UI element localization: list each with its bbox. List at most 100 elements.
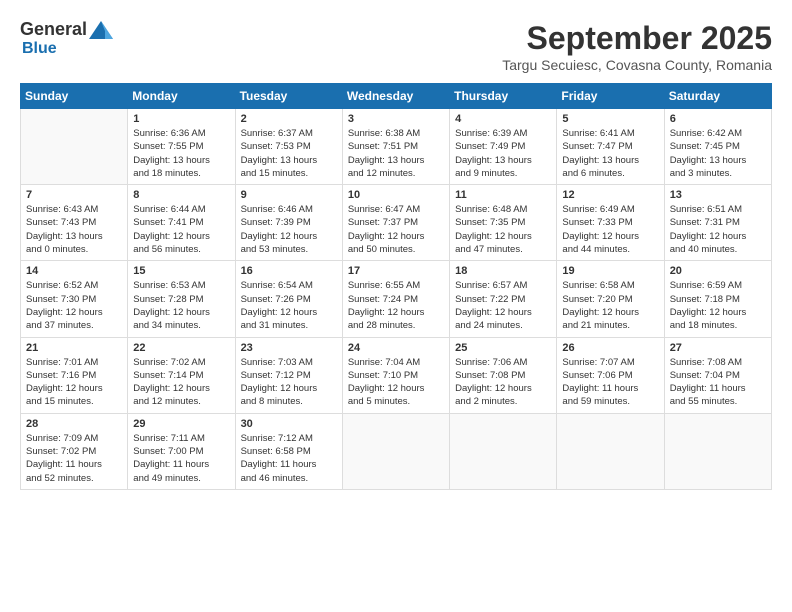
day-info: Sunrise: 6:43 AM Sunset: 7:43 PM Dayligh…	[26, 203, 122, 256]
calendar-cell: 8Sunrise: 6:44 AM Sunset: 7:41 PM Daylig…	[128, 185, 235, 261]
day-info: Sunrise: 6:57 AM Sunset: 7:22 PM Dayligh…	[455, 279, 551, 332]
calendar-cell: 11 Sunrise: 6:48 AM Sunset: 7:35 PM Dayli…	[450, 185, 557, 261]
calendar-cell: 27 Sunrise: 7:08 AM Sunset: 7:04 PM Dayli…	[664, 337, 771, 413]
day-info: Sunrise: 6:48 AM Sunset: 7:35 PM Dayligh…	[455, 203, 551, 256]
day-number: 19	[562, 265, 658, 277]
day-info: Sunrise: 7:01 AM Sunset: 7:16 PM Dayligh…	[26, 356, 122, 409]
logo-blue: Blue	[22, 40, 57, 57]
calendar-cell: 29Sunrise: 7:11 AM Sunset: 7:00 PM Dayli…	[128, 413, 235, 489]
calendar-cell: 9Sunrise: 6:46 AM Sunset: 7:39 PM Daylig…	[235, 185, 342, 261]
day-number: 5	[562, 113, 658, 125]
day-info: Sunrise: 7:11 AM Sunset: 7:00 PM Dayligh…	[133, 432, 229, 485]
logo-text: General	[20, 20, 113, 40]
day-number: 23	[241, 342, 337, 354]
calendar-cell: 19 Sunrise: 6:58 AM Sunset: 7:20 PM Dayli…	[557, 261, 664, 337]
day-info: Sunrise: 6:54 AM Sunset: 7:26 PM Dayligh…	[241, 279, 337, 332]
location: Targu Secuiesc, Covasna County, Romania	[502, 57, 772, 73]
day-info: Sunrise: 6:51 AM Sunset: 7:31 PM Dayligh…	[670, 203, 766, 256]
header-wednesday: Wednesday	[342, 84, 449, 109]
day-number: 26	[562, 342, 658, 354]
day-number: 1	[133, 113, 229, 125]
calendar-week-1: 1 Sunrise: 6:36 AM Sunset: 7:55 PM Daylig…	[21, 109, 772, 185]
calendar-cell: 16 Sunrise: 6:54 AM Sunset: 7:26 PM Dayli…	[235, 261, 342, 337]
month-title: September 2025	[502, 20, 772, 57]
day-number: 14	[26, 265, 122, 277]
calendar-week-3: 14 Sunrise: 6:52 AM Sunset: 7:30 PM Dayli…	[21, 261, 772, 337]
page-header: General Blue September 2025 Targu Secuie…	[20, 20, 772, 73]
day-info: Sunrise: 6:52 AM Sunset: 7:30 PM Dayligh…	[26, 279, 122, 332]
day-number: 13	[670, 189, 766, 201]
header-tuesday: Tuesday	[235, 84, 342, 109]
calendar-cell: 28 Sunrise: 7:09 AM Sunset: 7:02 PM Dayli…	[21, 413, 128, 489]
day-number: 15	[133, 265, 229, 277]
calendar-cell: 30 Sunrise: 7:12 AM Sunset: 6:58 PM Dayli…	[235, 413, 342, 489]
day-number: 24	[348, 342, 444, 354]
calendar-cell: 20Sunrise: 6:59 AM Sunset: 7:18 PM Dayli…	[664, 261, 771, 337]
day-info: Sunrise: 6:37 AM Sunset: 7:53 PM Dayligh…	[241, 127, 337, 180]
calendar-cell: 13 Sunrise: 6:51 AM Sunset: 7:31 PM Dayli…	[664, 185, 771, 261]
day-info: Sunrise: 7:09 AM Sunset: 7:02 PM Dayligh…	[26, 432, 122, 485]
calendar-cell: 17 Sunrise: 6:55 AM Sunset: 7:24 PM Dayli…	[342, 261, 449, 337]
calendar-header-row: SundayMondayTuesdayWednesdayThursdayFrid…	[21, 84, 772, 109]
day-info: Sunrise: 7:08 AM Sunset: 7:04 PM Dayligh…	[670, 356, 766, 409]
calendar-cell	[557, 413, 664, 489]
day-info: Sunrise: 6:55 AM Sunset: 7:24 PM Dayligh…	[348, 279, 444, 332]
day-info: Sunrise: 6:39 AM Sunset: 7:49 PM Dayligh…	[455, 127, 551, 180]
calendar-table: SundayMondayTuesdayWednesdayThursdayFrid…	[20, 83, 772, 490]
title-block: September 2025 Targu Secuiesc, Covasna C…	[502, 20, 772, 73]
day-number: 16	[241, 265, 337, 277]
header-sunday: Sunday	[21, 84, 128, 109]
calendar-week-4: 21Sunrise: 7:01 AM Sunset: 7:16 PM Dayli…	[21, 337, 772, 413]
header-friday: Friday	[557, 84, 664, 109]
day-info: Sunrise: 7:04 AM Sunset: 7:10 PM Dayligh…	[348, 356, 444, 409]
header-thursday: Thursday	[450, 84, 557, 109]
day-info: Sunrise: 7:03 AM Sunset: 7:12 PM Dayligh…	[241, 356, 337, 409]
calendar-cell: 3Sunrise: 6:38 AM Sunset: 7:51 PM Daylig…	[342, 109, 449, 185]
calendar-cell: 14 Sunrise: 6:52 AM Sunset: 7:30 PM Dayli…	[21, 261, 128, 337]
day-number: 18	[455, 265, 551, 277]
day-info: Sunrise: 6:47 AM Sunset: 7:37 PM Dayligh…	[348, 203, 444, 256]
calendar-cell: 10 Sunrise: 6:47 AM Sunset: 7:37 PM Dayli…	[342, 185, 449, 261]
calendar-cell: 12Sunrise: 6:49 AM Sunset: 7:33 PM Dayli…	[557, 185, 664, 261]
day-info: Sunrise: 6:44 AM Sunset: 7:41 PM Dayligh…	[133, 203, 229, 256]
day-info: Sunrise: 7:07 AM Sunset: 7:06 PM Dayligh…	[562, 356, 658, 409]
calendar-cell	[450, 413, 557, 489]
day-number: 28	[26, 418, 122, 430]
day-info: Sunrise: 6:36 AM Sunset: 7:55 PM Dayligh…	[133, 127, 229, 180]
calendar-cell: 18 Sunrise: 6:57 AM Sunset: 7:22 PM Dayli…	[450, 261, 557, 337]
calendar-week-5: 28 Sunrise: 7:09 AM Sunset: 7:02 PM Dayli…	[21, 413, 772, 489]
day-info: Sunrise: 7:12 AM Sunset: 6:58 PM Dayligh…	[241, 432, 337, 485]
calendar-cell	[21, 109, 128, 185]
day-number: 10	[348, 189, 444, 201]
day-info: Sunrise: 6:42 AM Sunset: 7:45 PM Dayligh…	[670, 127, 766, 180]
header-saturday: Saturday	[664, 84, 771, 109]
day-number: 4	[455, 113, 551, 125]
day-number: 17	[348, 265, 444, 277]
day-number: 30	[241, 418, 337, 430]
calendar-cell: 26 Sunrise: 7:07 AM Sunset: 7:06 PM Dayli…	[557, 337, 664, 413]
day-info: Sunrise: 6:41 AM Sunset: 7:47 PM Dayligh…	[562, 127, 658, 180]
day-info: Sunrise: 6:59 AM Sunset: 7:18 PM Dayligh…	[670, 279, 766, 332]
day-info: Sunrise: 6:46 AM Sunset: 7:39 PM Dayligh…	[241, 203, 337, 256]
day-number: 6	[670, 113, 766, 125]
logo-general: General	[20, 19, 87, 39]
day-number: 12	[562, 189, 658, 201]
calendar-cell: 15 Sunrise: 6:53 AM Sunset: 7:28 PM Dayli…	[128, 261, 235, 337]
calendar-cell: 23 Sunrise: 7:03 AM Sunset: 7:12 PM Dayli…	[235, 337, 342, 413]
day-number: 27	[670, 342, 766, 354]
calendar-cell	[664, 413, 771, 489]
day-number: 2	[241, 113, 337, 125]
calendar-cell: 22Sunrise: 7:02 AM Sunset: 7:14 PM Dayli…	[128, 337, 235, 413]
day-number: 11	[455, 189, 551, 201]
day-info: Sunrise: 6:58 AM Sunset: 7:20 PM Dayligh…	[562, 279, 658, 332]
day-info: Sunrise: 7:06 AM Sunset: 7:08 PM Dayligh…	[455, 356, 551, 409]
day-number: 22	[133, 342, 229, 354]
calendar-cell: 4 Sunrise: 6:39 AM Sunset: 7:49 PM Daylig…	[450, 109, 557, 185]
calendar-cell: 7Sunrise: 6:43 AM Sunset: 7:43 PM Daylig…	[21, 185, 128, 261]
day-number: 25	[455, 342, 551, 354]
calendar-cell: 24 Sunrise: 7:04 AM Sunset: 7:10 PM Dayli…	[342, 337, 449, 413]
day-info: Sunrise: 6:53 AM Sunset: 7:28 PM Dayligh…	[133, 279, 229, 332]
calendar-cell: 5 Sunrise: 6:41 AM Sunset: 7:47 PM Daylig…	[557, 109, 664, 185]
calendar-cell	[342, 413, 449, 489]
calendar-cell: 2 Sunrise: 6:37 AM Sunset: 7:53 PM Daylig…	[235, 109, 342, 185]
